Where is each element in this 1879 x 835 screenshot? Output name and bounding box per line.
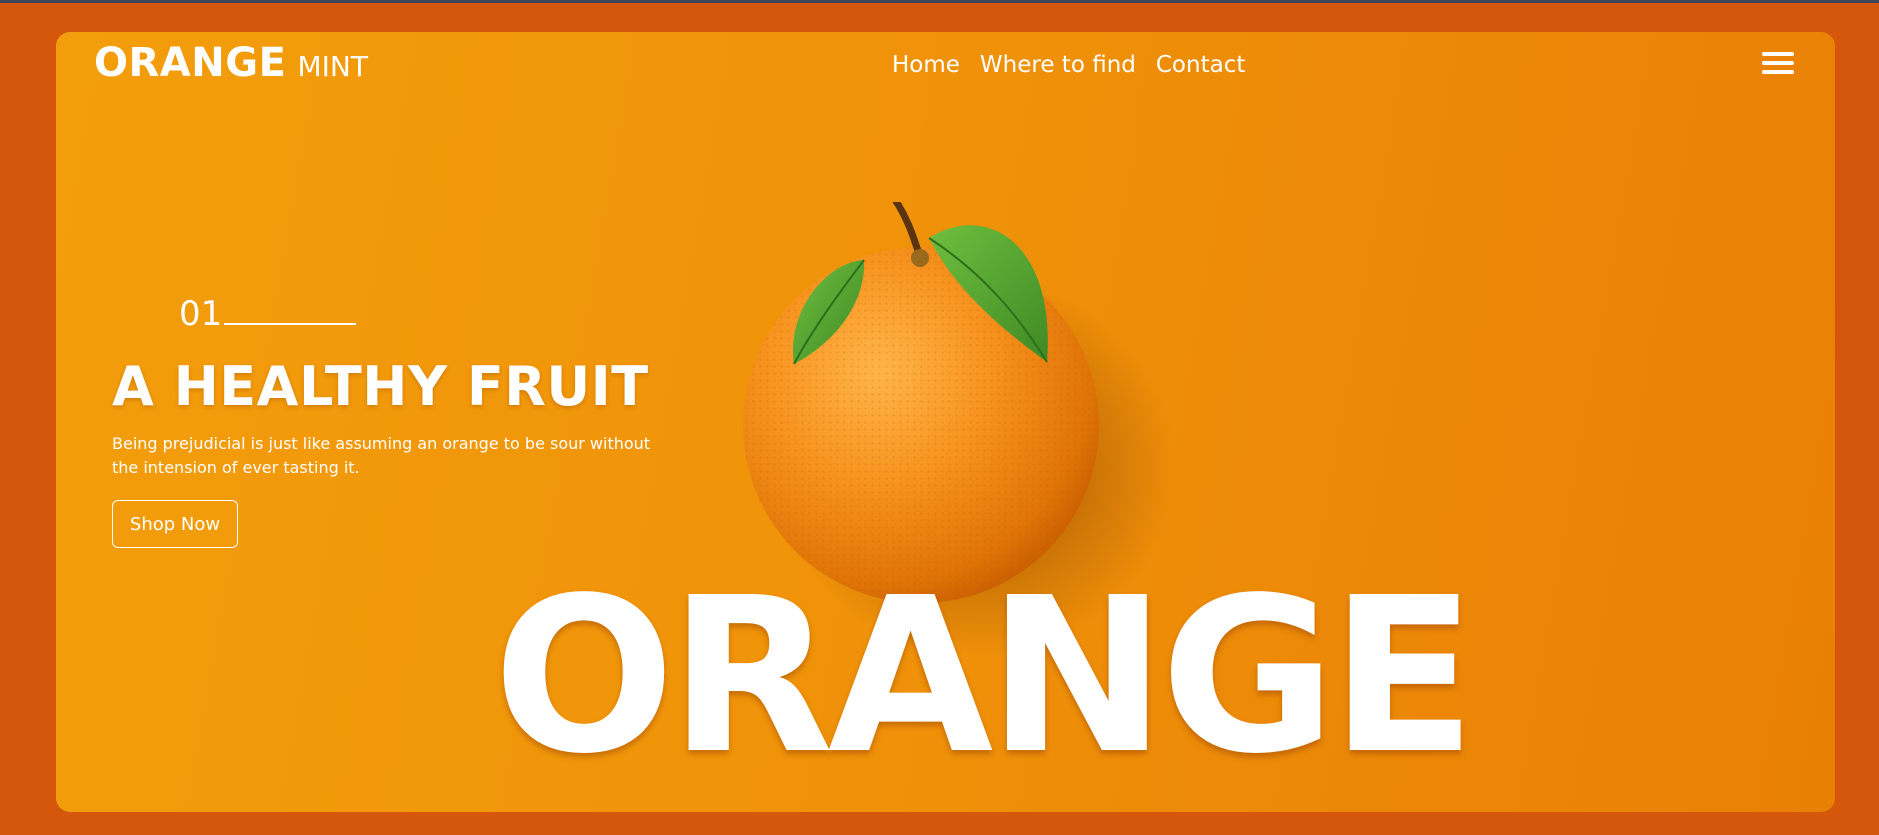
slide-counter: 01 <box>179 294 357 334</box>
hamburger-menu-icon[interactable] <box>1762 52 1794 78</box>
shop-now-button[interactable]: Shop Now <box>112 500 238 548</box>
hero-description: Being prejudicial is just like assuming … <box>112 434 651 477</box>
brand-subname: MINT <box>297 50 368 83</box>
nav-item-contact[interactable]: Contact <box>1156 52 1245 78</box>
brand-logo[interactable]: ORANGE MINT <box>94 40 368 86</box>
nav-item-home[interactable]: Home <box>892 52 960 78</box>
hero-headline: A HEALTHY FRUIT <box>112 355 649 418</box>
main-nav: Home Where to find Contact <box>892 52 1245 78</box>
window-top-border <box>0 0 1879 3</box>
hero-big-word: ORANGE <box>493 552 1476 801</box>
nav-item-where-to-find[interactable]: Where to find <box>980 52 1136 78</box>
slide-number: 01 <box>179 294 223 334</box>
brand-name: ORANGE <box>94 40 287 86</box>
hero-card: ORANGE MINT Home Where to find Contact 0… <box>56 32 1835 812</box>
slide-counter-line <box>224 323 357 325</box>
